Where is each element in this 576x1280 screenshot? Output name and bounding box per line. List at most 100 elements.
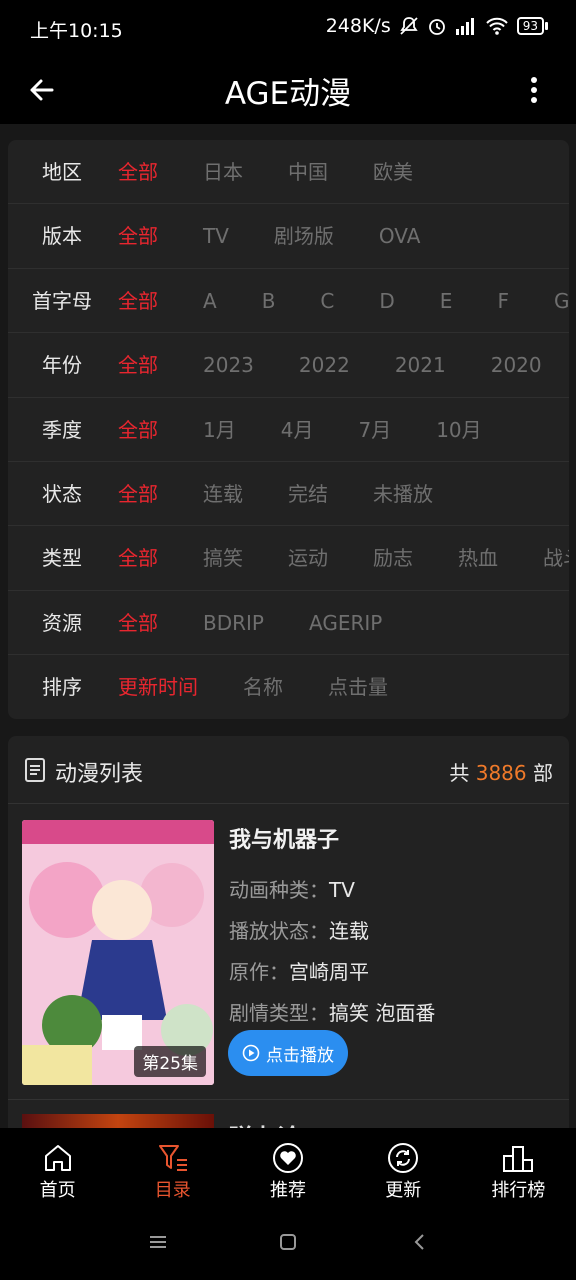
filter-option[interactable]: 全部	[118, 269, 158, 333]
genre-label: 剧情类型：	[229, 1001, 329, 1025]
filter-option[interactable]: 全部	[118, 333, 158, 397]
filter-option[interactable]: 2022	[299, 333, 350, 397]
filter-option[interactable]: 剧场版	[274, 204, 334, 268]
filter-label: 地区	[42, 160, 82, 184]
filter-row-genre: 类型 全部 搞笑 运动 励志 热血 战斗	[8, 526, 569, 591]
filter-label: 季度	[42, 417, 82, 442]
filter-option[interactable]: G	[554, 269, 569, 333]
wifi-icon	[486, 17, 508, 35]
play-circle-icon	[242, 1044, 260, 1062]
nav-ranking[interactable]: 排行榜	[461, 1128, 576, 1210]
nav-home[interactable]: 首页	[0, 1128, 115, 1210]
filter-option[interactable]: TV	[203, 204, 229, 268]
filter-option[interactable]: 2023	[203, 333, 254, 397]
filter-panel: 地区 全部 日本 中国 欧美 版本 全部 TV 剧场版 OVA 首字母 全部 A…	[8, 140, 569, 719]
nav-label: 首页	[39, 1180, 76, 1201]
filter-option[interactable]: 全部	[118, 140, 158, 204]
more-vert-icon[interactable]	[514, 70, 554, 110]
filter-option[interactable]: 战斗	[543, 526, 569, 590]
list-header: 动漫列表 共 3886 部	[8, 736, 569, 804]
anime-cover-image[interactable]	[22, 1114, 214, 1128]
status-icons: 248K/s 93	[326, 15, 548, 37]
filter-option[interactable]: 4月	[281, 398, 314, 462]
network-speed: 248K/s	[325, 15, 391, 37]
menu-icon[interactable]	[148, 1232, 168, 1252]
back-chevron-icon[interactable]	[410, 1232, 430, 1252]
filter-option[interactable]: 中国	[288, 140, 328, 204]
filter-label: 状态	[42, 481, 82, 506]
count-number: 3886	[475, 761, 527, 785]
filter-label: 首字母	[32, 288, 92, 313]
anime-author-row: 原作：宫崎周平	[229, 956, 435, 985]
anime-title[interactable]: 我与机器子	[229, 822, 435, 854]
filter-option[interactable]: 欧美	[373, 140, 413, 204]
count-prefix: 共	[449, 761, 476, 785]
play-button-label: 点击播放	[266, 1045, 334, 1066]
filter-option[interactable]: 全部	[118, 462, 158, 526]
mute-icon	[400, 17, 418, 35]
home-square-icon[interactable]	[278, 1232, 298, 1252]
filter-option[interactable]: 点击量	[328, 655, 388, 719]
type-value: TV	[329, 878, 355, 902]
nav-label: 推荐	[270, 1180, 306, 1201]
document-icon	[25, 758, 45, 782]
filter-option[interactable]: 2021	[395, 333, 446, 397]
alarm-icon	[428, 19, 445, 35]
filter-option[interactable]: D	[379, 269, 394, 333]
filter-row-sort: 排序 更新时间 名称 点击量	[8, 655, 569, 719]
filter-option[interactable]: E	[440, 269, 453, 333]
filter-option[interactable]: 1月	[203, 398, 236, 462]
filter-option[interactable]: 未播放	[373, 462, 433, 526]
count-suffix: 部	[526, 761, 553, 785]
filter-option[interactable]: AGERIP	[309, 591, 382, 655]
anime-cover-image[interactable]: 第25集	[22, 820, 214, 1085]
filter-row-region: 地区 全部 日本 中国 欧美	[8, 140, 569, 205]
content-area: 地区 全部 日本 中国 欧美 版本 全部 TV 剧场版 OVA 首字母 全部 A…	[0, 124, 576, 1128]
episode-badge: 第25集	[134, 1046, 206, 1077]
status-time: 上午10:15	[30, 20, 123, 42]
filter-label: 排序	[42, 675, 82, 700]
filter-option[interactable]: 全部	[118, 398, 158, 462]
filter-option[interactable]: 全部	[118, 204, 158, 268]
nav-update[interactable]: 更新	[346, 1128, 461, 1210]
filter-option[interactable]: C	[320, 269, 334, 333]
filter-option[interactable]: OVA	[379, 204, 420, 268]
anime-title[interactable]: 弹丸论 GREAT MISSION	[229, 1118, 521, 1128]
filter-option[interactable]: 10月	[436, 398, 481, 462]
filter-option[interactable]: 励志	[373, 526, 413, 590]
type-label: 动画种类：	[229, 878, 329, 902]
nav-recommend[interactable]: 推荐	[230, 1128, 345, 1210]
filter-option[interactable]: 日本	[203, 140, 243, 204]
play-button[interactable]: 点击播放	[228, 1030, 348, 1076]
filter-option[interactable]: 热血	[458, 526, 498, 590]
battery-level: 93	[516, 17, 544, 35]
filter-option[interactable]: 更新时间	[118, 655, 198, 719]
filter-option[interactable]: 2020	[491, 333, 542, 397]
filter-label: 年份	[42, 353, 82, 378]
anime-type-row: 动画种类：TV	[229, 874, 435, 903]
filter-option[interactable]: B	[262, 269, 276, 333]
filter-option[interactable]: F	[497, 269, 509, 333]
battery-icon: 93	[516, 17, 548, 35]
anime-list-item[interactable]: 第25集 我与机器子 动画种类：TV 播放状态：连载 原作：宫崎周平 剧情类型：…	[8, 804, 569, 1100]
genre-value: 搞笑 泡面番	[329, 1001, 436, 1025]
bottom-nav: 首页 目录 推荐 更新 排行榜	[0, 1128, 576, 1210]
filter-option[interactable]: 完结	[288, 462, 328, 526]
filter-row-season: 季度 全部 1月 4月 7月 10月	[8, 398, 569, 462]
filter-option[interactable]: 名称	[243, 655, 283, 719]
nav-catalog[interactable]: 目录	[115, 1128, 230, 1210]
filter-option[interactable]: A	[203, 269, 217, 333]
status-label: 播放状态：	[229, 919, 329, 943]
filter-option[interactable]: 7月	[358, 398, 391, 462]
app-bar: AGE动漫	[0, 56, 576, 124]
filter-option[interactable]: 全部	[118, 591, 158, 655]
filter-option[interactable]: 连载	[203, 462, 243, 526]
refresh-icon	[388, 1143, 419, 1173]
filter-option[interactable]: 全部	[118, 526, 158, 590]
filter-option[interactable]: 搞笑	[203, 526, 243, 590]
filter-option[interactable]: BDRIP	[203, 591, 264, 655]
filter-list-icon	[158, 1145, 187, 1171]
filter-option[interactable]: 运动	[288, 526, 328, 590]
status-bar: 上午10:15 248K/s 93	[0, 0, 576, 56]
home-icon	[44, 1145, 71, 1171]
